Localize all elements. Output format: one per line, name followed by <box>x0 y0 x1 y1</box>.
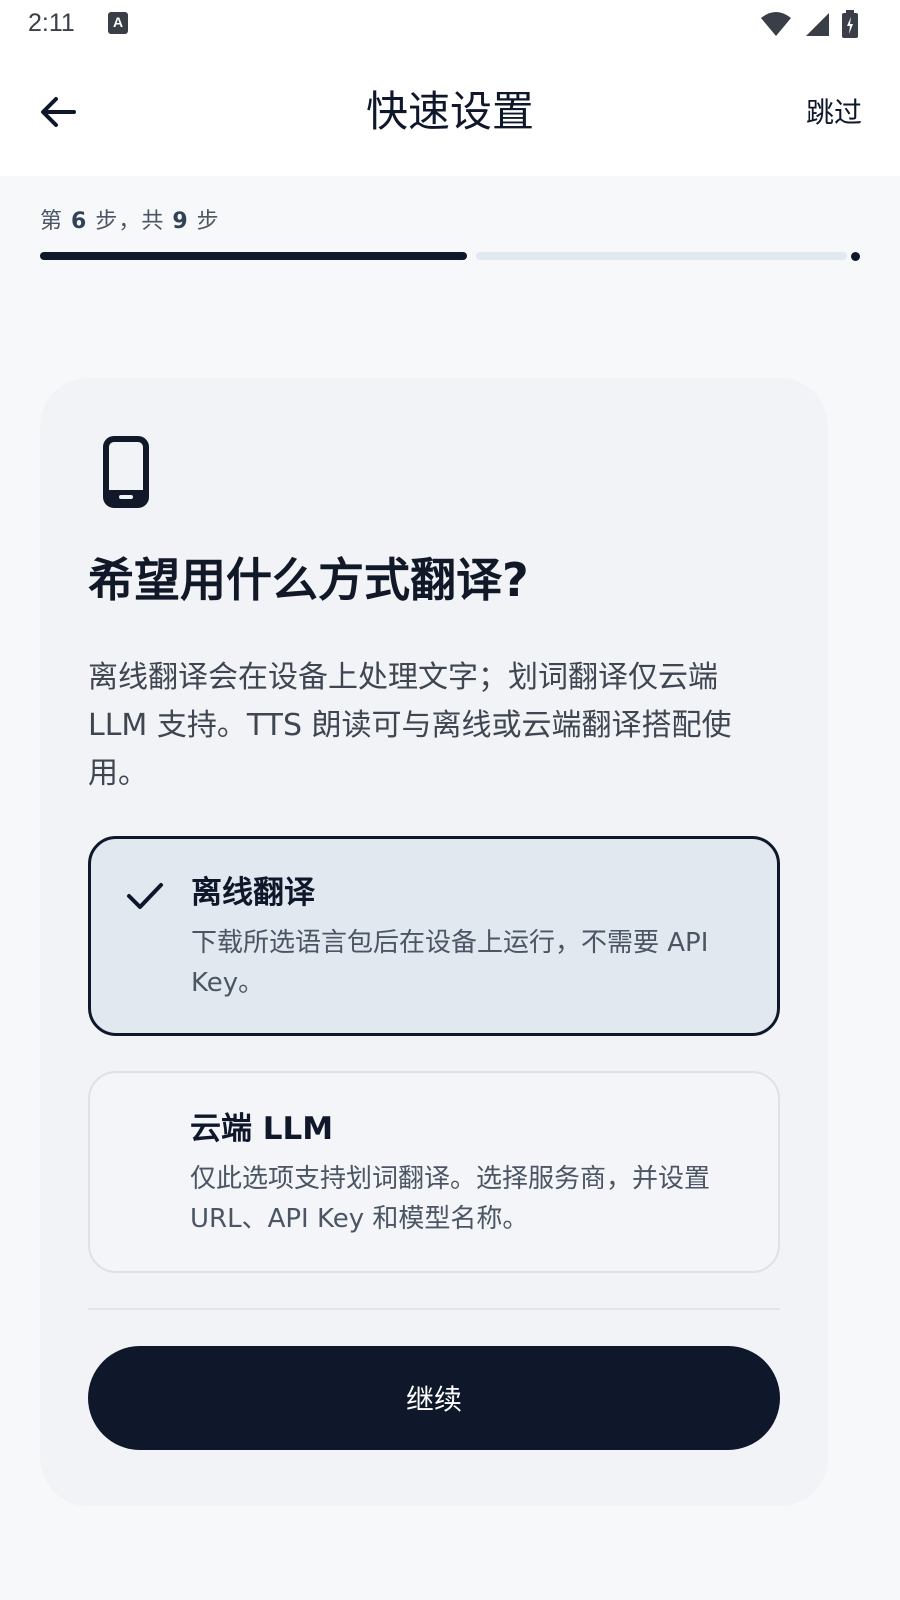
total-steps: 9 <box>172 209 189 234</box>
battery-icon <box>842 10 858 38</box>
signal-icon <box>806 13 829 36</box>
option-title: 云端 LLM <box>190 1111 334 1147</box>
status-icons <box>760 10 858 38</box>
option-description: 仅此选项支持划词翻译。选择服务商，并设置 URL、API Key 和模型名称。 <box>190 1164 711 1234</box>
status-bar: 2:11 A <box>0 0 900 48</box>
notification-icon: A <box>108 12 128 34</box>
step-prefix: 第 <box>40 209 64 234</box>
option-cloud-llm[interactable]: 云端 LLM 仅此选项支持划词翻译。选择服务商，并设置 URL、API Key … <box>88 1071 780 1273</box>
step-middle: 步，共 <box>95 209 165 234</box>
option-offline-translation[interactable]: 离线翻译 下载所选语言包后在设备上运行，不需要 API Key。 <box>88 836 780 1036</box>
step-suffix: 步 <box>196 209 220 234</box>
status-time: 2:11 <box>28 9 75 37</box>
progress-fill <box>40 252 467 260</box>
progress-end-dot <box>851 252 860 261</box>
question-description: 离线翻译会在设备上处理文字；划词翻译仅云端 LLM 支持。TTS 朗读可与离线或… <box>88 660 732 791</box>
question-heading: 希望用什么方式翻译? <box>88 553 529 607</box>
continue-button[interactable]: 继续 <box>88 1346 780 1450</box>
option-description: 下载所选语言包后在设备上运行，不需要 API Key。 <box>191 928 709 998</box>
smartphone-icon <box>103 436 149 508</box>
wifi-icon <box>761 12 791 36</box>
app-bar: 快速设置 跳过 <box>0 48 900 176</box>
current-step: 6 <box>71 209 88 234</box>
page-title: 快速设置 <box>365 87 534 136</box>
divider <box>88 1308 780 1310</box>
step-indicator: 第 6 步，共 9 步 <box>40 203 220 235</box>
option-title: 离线翻译 <box>191 875 315 911</box>
check-icon <box>127 883 163 909</box>
translation-mode-card: 希望用什么方式翻译? 离线翻译会在设备上处理文字；划词翻译仅云端 LLM 支持。… <box>40 378 828 1506</box>
skip-button[interactable]: 跳过 <box>806 96 862 130</box>
progress-bar <box>40 252 860 261</box>
progress-remaining <box>476 252 847 260</box>
